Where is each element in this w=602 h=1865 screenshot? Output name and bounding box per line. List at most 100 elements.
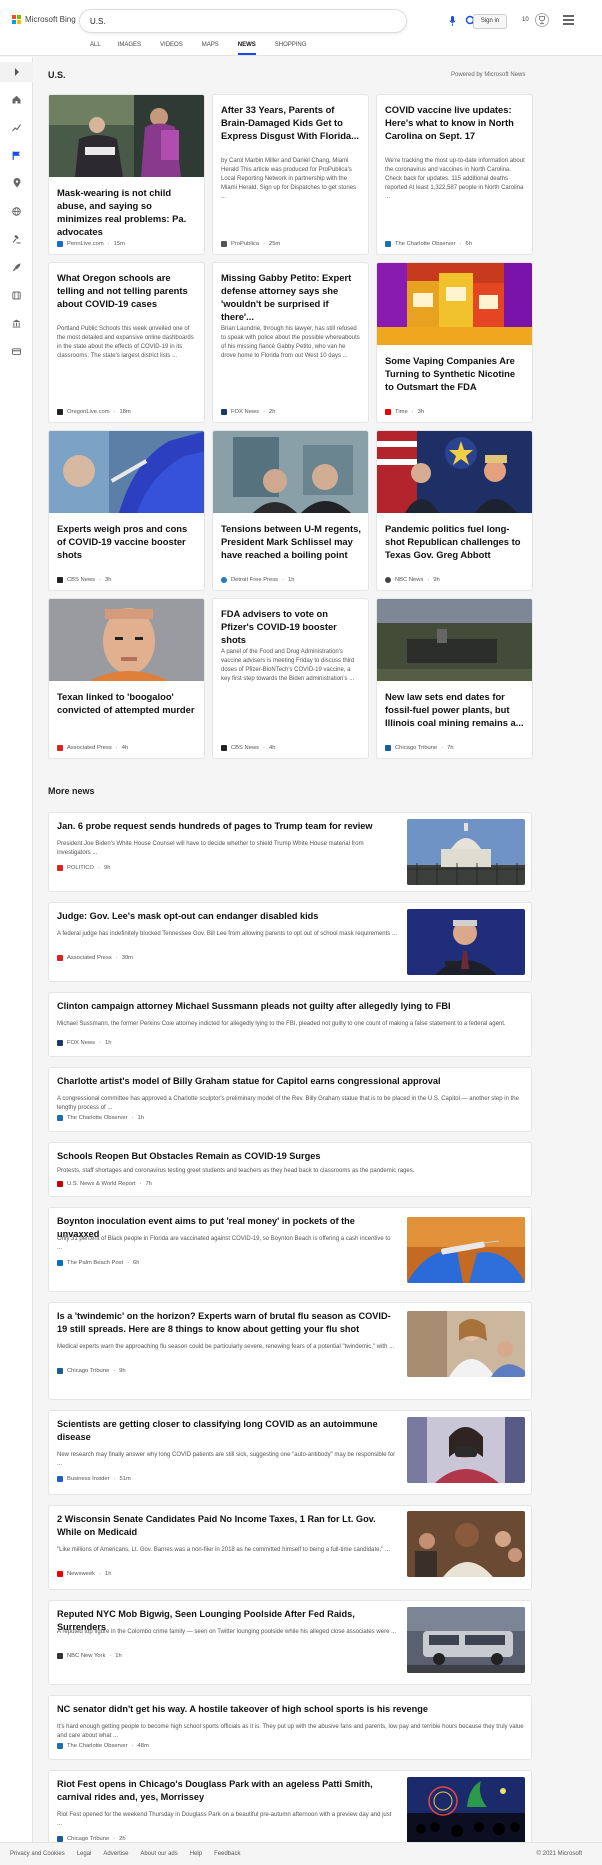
tab-videos[interactable]: VIDEOS <box>160 40 183 55</box>
source-name[interactable]: Chicago Tribune <box>395 745 437 751</box>
rewards-trophy-icon[interactable] <box>535 12 549 28</box>
source-name[interactable]: Chicago Tribune <box>67 1368 109 1374</box>
footer-link-about-ads[interactable]: About our ads <box>140 1851 177 1857</box>
source-name[interactable]: Detroit Free Press <box>231 577 278 583</box>
news-card[interactable]: Mask-wearing is not child abuse, and say… <box>48 94 205 255</box>
news-list-item[interactable]: Charlotte artist's model of Billy Graham… <box>48 1067 532 1132</box>
news-list-item[interactable]: Boynton inoculation event aims to put 'r… <box>48 1207 532 1292</box>
sign-in-button[interactable]: Sign in <box>473 14 507 29</box>
card-title[interactable]: After 33 Years, Parents of Brain-Damaged… <box>221 103 361 142</box>
tab-news[interactable]: NEWS <box>237 40 256 55</box>
microphone-icon[interactable] <box>449 16 456 26</box>
news-list-item[interactable]: Reputed NYC Mob Bigwig, Seen Lounging Po… <box>48 1600 532 1685</box>
news-card[interactable]: What Oregon schools are telling and not … <box>48 262 205 423</box>
sidebar-item-home[interactable] <box>0 89 33 109</box>
item-title[interactable]: 2 Wisconsin Senate Candidates Paid No In… <box>57 1513 397 1539</box>
expand-sidebar-button[interactable] <box>0 62 33 82</box>
item-title[interactable]: Clinton campaign attorney Michael Sussma… <box>57 1000 527 1013</box>
footer-link-advertise[interactable]: Advertise <box>103 1851 128 1857</box>
item-title[interactable]: NC senator didn't get his way. A hostile… <box>57 1703 527 1716</box>
news-card[interactable]: Some Vaping Companies Are Turning to Syn… <box>376 262 533 423</box>
source-name[interactable]: FOX News <box>67 1040 95 1046</box>
sidebar-item-us[interactable] <box>0 145 33 165</box>
card-title[interactable]: Missing Gabby Petito: Expert defense att… <box>221 271 361 323</box>
source-name[interactable]: Associated Press <box>67 745 112 751</box>
source-name[interactable]: NBC News <box>395 577 423 583</box>
news-card[interactable]: After 33 Years, Parents of Brain-Damaged… <box>212 94 369 255</box>
source-name[interactable]: POLITICO <box>67 865 94 871</box>
tab-shopping[interactable]: SHOPPING <box>275 40 307 55</box>
card-title[interactable]: What Oregon schools are telling and not … <box>57 271 197 310</box>
card-title[interactable]: New law sets end dates for fossil-fuel p… <box>385 690 525 729</box>
rewards-count[interactable]: 10 <box>522 17 529 23</box>
tab-all[interactable]: ALL <box>90 40 101 55</box>
item-excerpt: A federal judge has indefinitely blocked… <box>57 931 397 937</box>
item-title[interactable]: Riot Fest opens in Chicago's Douglass Pa… <box>57 1778 397 1804</box>
source-name[interactable]: The Charlotte Observer <box>67 1115 128 1121</box>
news-list-item[interactable]: 2 Wisconsin Senate Candidates Paid No In… <box>48 1505 532 1590</box>
news-card[interactable]: COVID vaccine live updates: Here's what … <box>376 94 533 255</box>
news-list-item[interactable]: Judge: Gov. Lee's mask opt-out can endan… <box>48 902 532 982</box>
footer-link-feedback[interactable]: Feedback <box>214 1851 240 1857</box>
source-name[interactable]: Associated Press <box>67 955 112 961</box>
news-card[interactable]: New law sets end dates for fossil-fuel p… <box>376 598 533 759</box>
item-title[interactable]: Scientists are getting closer to classif… <box>57 1418 397 1444</box>
item-title[interactable]: Charlotte artist's model of Billy Graham… <box>57 1075 527 1088</box>
sidebar-item-world[interactable] <box>0 201 33 221</box>
news-list-item[interactable]: Jan. 6 probe request sends hundreds of p… <box>48 812 532 892</box>
news-list-item[interactable]: Is a 'twindemic' on the horizon? Experts… <box>48 1302 532 1400</box>
card-title[interactable]: COVID vaccine live updates: Here's what … <box>385 103 525 142</box>
news-card[interactable]: Texan linked to 'boogaloo' convicted of … <box>48 598 205 759</box>
sidebar-item-entertainment[interactable] <box>0 285 33 305</box>
sidebar-item-trending[interactable] <box>0 117 33 137</box>
card-title[interactable]: Texan linked to 'boogaloo' convicted of … <box>57 690 197 716</box>
source-name[interactable]: Business Insider <box>67 1476 110 1482</box>
source-name[interactable]: CBS News <box>231 745 259 751</box>
source-name[interactable]: The Charlotte Observer <box>395 241 456 247</box>
sidebar-item-politics[interactable] <box>0 229 33 249</box>
news-list-item[interactable]: Clinton campaign attorney Michael Sussma… <box>48 992 532 1057</box>
source-name[interactable]: CBS News <box>67 577 95 583</box>
source-name[interactable]: FOX News <box>231 409 259 415</box>
item-title[interactable]: Is a 'twindemic' on the horizon? Experts… <box>57 1310 397 1336</box>
source-name[interactable]: PennLive.com <box>67 241 104 247</box>
news-card[interactable]: Missing Gabby Petito: Expert defense att… <box>212 262 369 423</box>
footer-link-legal[interactable]: Legal <box>77 1851 92 1857</box>
footer-link-help[interactable]: Help <box>190 1851 202 1857</box>
card-title[interactable]: Pandemic politics fuel long-shot Republi… <box>385 522 525 561</box>
card-title[interactable]: Tensions between U-M regents, President … <box>221 522 361 561</box>
powered-by-label[interactable]: Powered by Microsoft News <box>451 72 525 78</box>
source-name[interactable]: The Palm Beach Post <box>67 1260 123 1266</box>
tab-maps[interactable]: MAPS <box>202 40 219 55</box>
sidebar-item-science[interactable] <box>0 257 33 277</box>
source-name[interactable]: U.S. News & World Report <box>67 1181 136 1187</box>
search-input[interactable] <box>90 14 350 28</box>
news-list-item[interactable]: Schools Reopen But Obstacles Remain as C… <box>48 1142 532 1197</box>
footer-link-privacy[interactable]: Privacy and Cookies <box>10 1851 65 1857</box>
card-title[interactable]: Some Vaping Companies Are Turning to Syn… <box>385 354 525 393</box>
item-title[interactable]: Judge: Gov. Lee's mask opt-out can endan… <box>57 910 397 923</box>
item-title[interactable]: Schools Reopen But Obstacles Remain as C… <box>57 1150 527 1163</box>
source-name[interactable]: ProPublica <box>231 241 259 247</box>
tab-images[interactable]: IMAGES <box>118 40 141 55</box>
source-name[interactable]: OregonLive.com <box>67 409 110 415</box>
card-title[interactable]: Mask-wearing is not child abuse, and say… <box>57 186 197 238</box>
news-card[interactable]: Experts weigh pros and cons of COVID-19 … <box>48 430 205 591</box>
news-list-item[interactable]: Scientists are getting closer to classif… <box>48 1410 532 1495</box>
source-name[interactable]: Time <box>395 409 408 415</box>
item-title[interactable]: Jan. 6 probe request sends hundreds of p… <box>57 820 397 833</box>
news-card[interactable]: Pandemic politics fuel long-shot Republi… <box>376 430 533 591</box>
news-card[interactable]: Tensions between U-M regents, President … <box>212 430 369 591</box>
source-name[interactable]: Newsweek <box>67 1571 95 1577</box>
card-title[interactable]: FDA advisers to vote on Pfizer's COVID-1… <box>221 607 361 646</box>
bing-logo[interactable]: Microsoft Bing <box>12 15 76 24</box>
sidebar-item-money[interactable] <box>0 341 33 361</box>
source-name[interactable]: NBC New York <box>67 1653 105 1659</box>
source-name[interactable]: The Charlotte Observer <box>67 1743 128 1749</box>
sidebar-item-local[interactable] <box>0 173 33 193</box>
sidebar-item-business[interactable] <box>0 313 33 333</box>
news-card[interactable]: FDA advisers to vote on Pfizer's COVID-1… <box>212 598 369 759</box>
menu-icon[interactable] <box>563 15 574 25</box>
card-title[interactable]: Experts weigh pros and cons of COVID-19 … <box>57 522 197 561</box>
news-list-item[interactable]: NC senator didn't get his way. A hostile… <box>48 1695 532 1760</box>
